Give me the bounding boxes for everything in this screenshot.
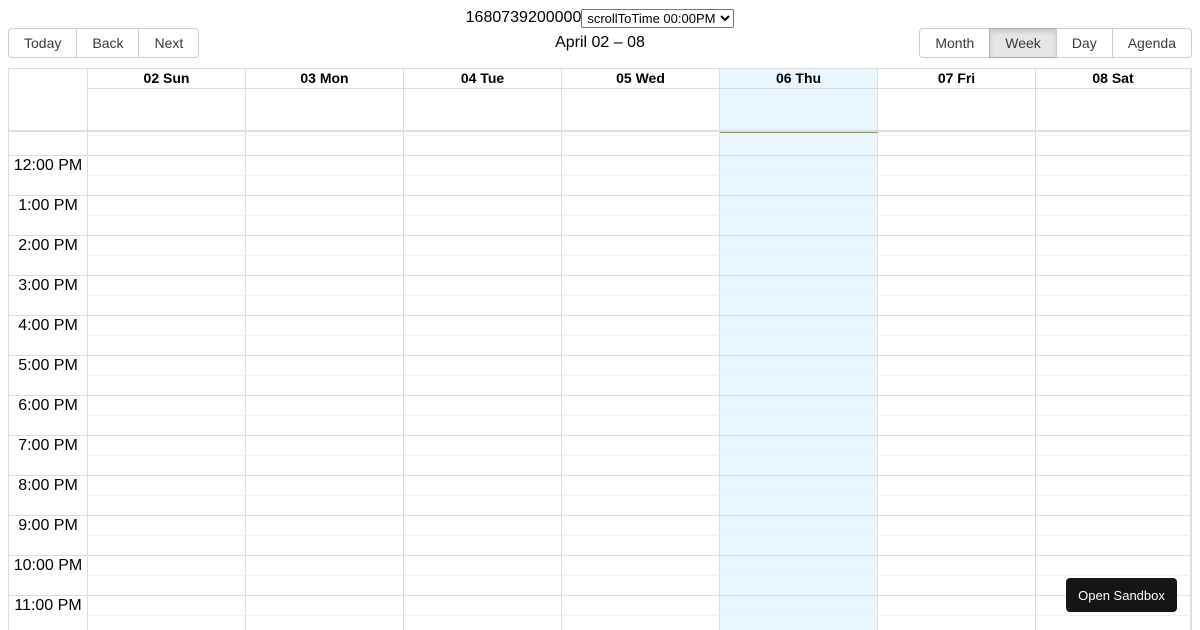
day-header-2[interactable]: 03 Mon bbox=[246, 69, 404, 130]
half-hour-line bbox=[88, 135, 1191, 136]
nav-button-group: Today Back Next bbox=[8, 28, 200, 58]
hour-line bbox=[9, 555, 1191, 556]
time-slot-label: 3:00 PM bbox=[18, 277, 78, 294]
timestamp-text: 1680739200000 bbox=[465, 9, 582, 26]
hour-line bbox=[9, 475, 1191, 476]
current-time-indicator bbox=[720, 132, 878, 133]
day-header-5[interactable]: 06 Thu bbox=[720, 69, 878, 130]
view-month-button[interactable]: Month bbox=[919, 28, 991, 58]
time-slot-label: 11:00 PM bbox=[14, 597, 82, 614]
time-slot-label: 2:00 PM bbox=[18, 237, 78, 254]
hour-line bbox=[9, 355, 1191, 356]
time-slot-label: 12:00 PM bbox=[13, 157, 83, 174]
time-slot-label: 4:00 PM bbox=[18, 317, 78, 334]
day-header-label[interactable]: 02 Sun bbox=[88, 69, 245, 89]
half-hour-line bbox=[88, 615, 1191, 616]
day-header-6[interactable]: 07 Fri bbox=[878, 69, 1036, 130]
week-calendar: 02 Sun 03 Mon 04 Tue 05 Wed 06 Thu 07 Fri 08 S… bbox=[8, 68, 1192, 630]
hour-line bbox=[9, 395, 1191, 396]
time-slot-label: 10:00 PM bbox=[13, 557, 83, 574]
half-hour-line bbox=[88, 255, 1191, 256]
day-header-4[interactable]: 05 Wed bbox=[562, 69, 720, 130]
top-line: 1680739200000 scrollToTime 00:00PM bbox=[0, 8, 1200, 28]
half-hour-line bbox=[88, 455, 1191, 456]
back-button[interactable]: Back bbox=[76, 28, 140, 58]
half-hour-line bbox=[88, 175, 1191, 176]
hour-line bbox=[9, 315, 1191, 316]
day-header-label[interactable]: 07 Fri bbox=[878, 69, 1035, 89]
day-header-row: 02 Sun 03 Mon 04 Tue 05 Wed 06 Thu 07 Fri 08 S… bbox=[9, 69, 1191, 131]
time-slot-label: 5:00 PM bbox=[18, 357, 78, 374]
hour-line bbox=[9, 595, 1191, 596]
day-header-label[interactable]: 08 Sat bbox=[1036, 69, 1190, 89]
view-button-group: Month Week Day Agenda bbox=[919, 28, 1192, 58]
hour-line bbox=[9, 275, 1191, 276]
time-slot-label: 6:00 PM bbox=[18, 397, 78, 414]
time-slot-label: 9:00 PM bbox=[18, 517, 78, 534]
hour-line bbox=[9, 155, 1191, 156]
hour-line bbox=[9, 235, 1191, 236]
view-day-button[interactable]: Day bbox=[1055, 28, 1113, 58]
day-header-label[interactable]: 06 Thu bbox=[720, 69, 877, 89]
time-gutter-header bbox=[9, 69, 88, 130]
time-slot-label: 1:00 PM bbox=[18, 197, 78, 214]
day-header-3[interactable]: 04 Tue bbox=[404, 69, 562, 130]
today-button[interactable]: Today bbox=[8, 28, 78, 58]
time-slot-label: 7:00 PM bbox=[18, 437, 78, 454]
scroll-to-time-select[interactable]: scrollToTime 00:00PM bbox=[581, 8, 735, 28]
half-hour-line bbox=[88, 415, 1191, 416]
half-hour-line bbox=[88, 575, 1191, 576]
hour-line bbox=[9, 435, 1191, 436]
next-button[interactable]: Next bbox=[138, 28, 200, 58]
half-hour-line bbox=[88, 495, 1191, 496]
half-hour-line bbox=[88, 335, 1191, 336]
half-hour-line bbox=[88, 535, 1191, 536]
time-slot-label: 8:00 PM bbox=[18, 477, 78, 494]
view-week-button[interactable]: Week bbox=[989, 28, 1057, 58]
day-header-label[interactable]: 04 Tue bbox=[404, 69, 561, 89]
half-hour-line bbox=[88, 295, 1191, 296]
open-sandbox-button[interactable]: Open Sandbox bbox=[1066, 578, 1177, 612]
half-hour-line bbox=[88, 215, 1191, 216]
calendar-toolbar: Today Back Next April 02 – 08 Month Week… bbox=[8, 28, 1192, 58]
hour-line bbox=[9, 195, 1191, 196]
hour-line bbox=[9, 515, 1191, 516]
day-header-1[interactable]: 02 Sun bbox=[88, 69, 246, 130]
view-agenda-button[interactable]: Agenda bbox=[1111, 28, 1192, 58]
day-header-7[interactable]: 08 Sat bbox=[1036, 69, 1191, 130]
day-header-label[interactable]: 05 Wed bbox=[562, 69, 719, 89]
time-grid[interactable]: 12:00 PM 1:00 PM 2:00 PM 3:00 PM 4:00 PM 5:00… bbox=[9, 131, 1191, 630]
day-header-label[interactable]: 03 Mon bbox=[246, 69, 403, 89]
half-hour-line bbox=[88, 375, 1191, 376]
